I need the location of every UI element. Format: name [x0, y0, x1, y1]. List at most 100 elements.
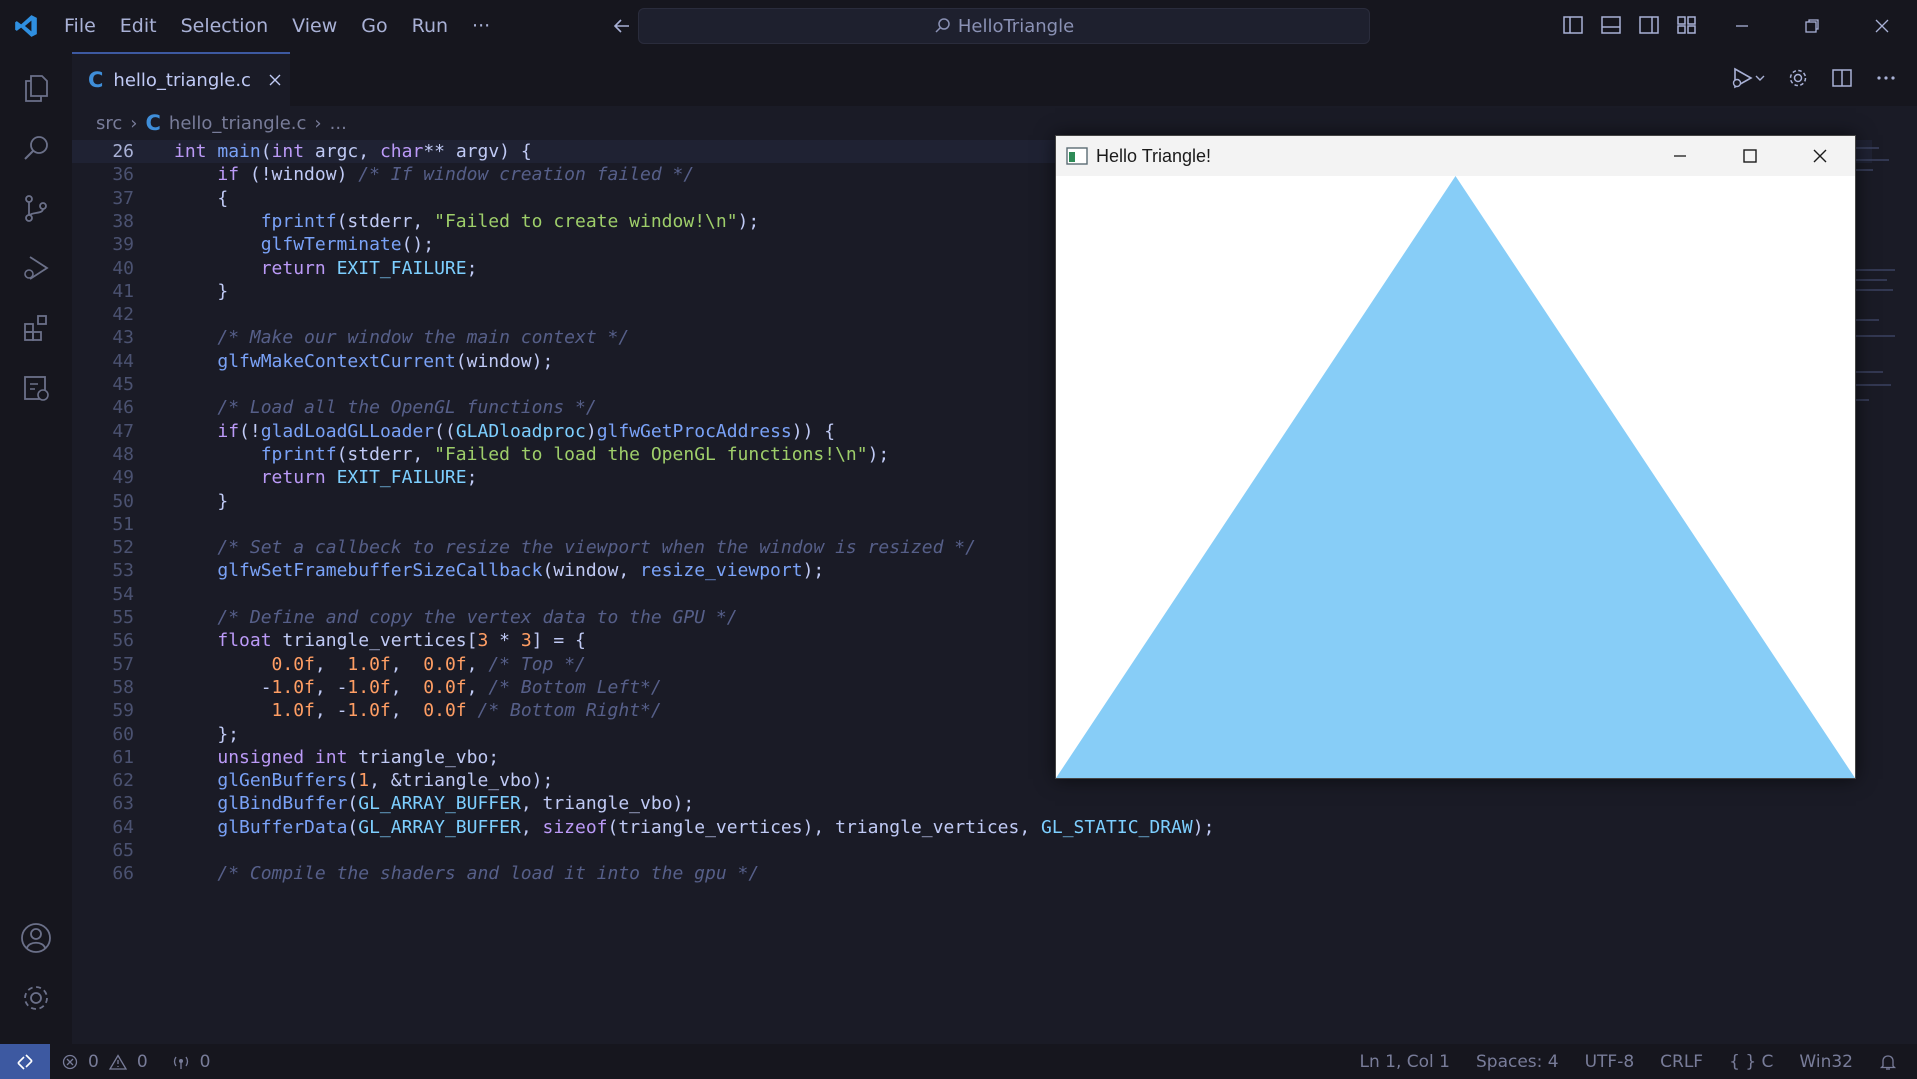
code-text: }	[174, 280, 228, 303]
source-control-button[interactable]	[0, 178, 72, 238]
minimize-button[interactable]	[1707, 0, 1777, 52]
code-token: (	[347, 770, 359, 792]
toggle-panel-icon[interactable]	[1600, 14, 1622, 36]
toggle-primary-sidebar-icon[interactable]	[1562, 14, 1584, 36]
remote-indicator-button[interactable]	[0, 1044, 50, 1079]
line-endings[interactable]: CRLF	[1660, 1052, 1703, 1072]
app-window-icon	[1066, 147, 1088, 165]
minimap[interactable]	[1849, 140, 1899, 440]
code-token: (	[260, 141, 272, 162]
code-text: glfwTerminate();	[174, 233, 434, 256]
close-tab-icon[interactable]	[267, 72, 283, 88]
menu-go[interactable]: Go	[349, 15, 399, 37]
notifications-bell-icon[interactable]	[1879, 1053, 1897, 1071]
code-token: ();	[401, 234, 435, 256]
menu-edit[interactable]: Edit	[108, 15, 169, 37]
code-text: if(!gladLoadGLLoader((GLADloadproc)glfwG…	[174, 420, 835, 443]
source-control-icon	[25, 195, 47, 222]
encoding[interactable]: UTF-8	[1585, 1052, 1635, 1072]
code-text: }	[174, 490, 228, 513]
code-token: GL_STATIC_DRAW	[1041, 816, 1193, 838]
code-line[interactable]: 66 /* Compile the shaders and load it in…	[72, 862, 1872, 885]
back-arrow-icon[interactable]	[612, 16, 632, 36]
code-token: 1.0f	[347, 700, 391, 722]
extensions-button[interactable]	[0, 298, 72, 358]
code-token: "Failed to load the OpenGL functions!\n"	[434, 443, 868, 465]
editor-scrollbar[interactable]	[1903, 140, 1917, 1044]
accounts-button[interactable]	[0, 908, 72, 968]
code-token: /* If window creation failed */	[358, 164, 695, 186]
gl-minimize-button[interactable]	[1645, 136, 1715, 176]
code-line[interactable]: 63 glBindBuffer(GL_ARRAY_BUFFER, triangl…	[72, 792, 1872, 815]
error-icon	[62, 1054, 78, 1069]
code-text: /* Make our window the main context */	[174, 326, 629, 349]
menu-more[interactable]: ···	[460, 15, 502, 37]
code-token: fprintf	[260, 210, 337, 232]
menu-selection[interactable]: Selection	[169, 15, 281, 37]
code-text: return EXIT_FAILURE;	[174, 466, 478, 489]
hello-triangle-window[interactable]: Hello Triangle!	[1055, 135, 1856, 779]
settings-gear-icon[interactable]	[1787, 67, 1809, 89]
customize-layout-icon[interactable]	[1676, 14, 1698, 36]
search-view-button[interactable]	[0, 118, 72, 178]
problems-button[interactable]: 0 0 0	[62, 1052, 210, 1072]
warning-count: 0	[136, 1051, 148, 1072]
extensions-icon	[24, 315, 47, 341]
search-text: HelloTriangle	[957, 15, 1075, 37]
line-number: 66	[112, 863, 134, 885]
line-number: 42	[112, 304, 134, 326]
run-file-icon[interactable]	[1731, 66, 1765, 90]
close-window-button[interactable]	[1847, 0, 1917, 52]
code-token: triangle_vertices[	[282, 630, 478, 652]
menu-file[interactable]: File	[52, 15, 108, 37]
editor-tab-bar: C hello_triangle.c	[72, 52, 1917, 106]
code-text: /* Compile the shaders and load it into …	[174, 862, 759, 885]
files-icon	[25, 75, 48, 102]
code-token: if	[217, 420, 240, 442]
more-actions-icon[interactable]	[1875, 67, 1897, 89]
line-number: 36	[112, 164, 134, 186]
restore-button[interactable]	[1777, 0, 1847, 52]
language-mode[interactable]: { } C	[1729, 1052, 1773, 1072]
breadcrumb-symbol[interactable]: ...	[330, 113, 347, 134]
cmake-button[interactable]	[0, 358, 72, 418]
toggle-secondary-sidebar-icon[interactable]	[1638, 14, 1660, 36]
c-configuration[interactable]: Win32	[1799, 1052, 1853, 1072]
line-number: 62	[112, 770, 134, 792]
line-number: 51	[112, 513, 134, 535]
code-text: /* Load all the OpenGL functions */	[174, 396, 597, 419]
gl-close-button[interactable]	[1785, 136, 1855, 176]
code-line[interactable]: 65	[72, 839, 1872, 862]
tab-hello-triangle[interactable]: C hello_triangle.c	[72, 52, 290, 106]
menu-run[interactable]: Run	[400, 15, 460, 37]
cursor-position[interactable]: Ln 1, Col 1	[1359, 1052, 1450, 1072]
c-file-icon: C	[88, 68, 104, 92]
code-text: glBindBuffer(GL_ARRAY_BUFFER, triangle_v…	[174, 792, 694, 815]
gl-maximize-button[interactable]	[1715, 136, 1785, 176]
code-line[interactable]: 64 glBufferData(GL_ARRAY_BUFFER, sizeof(…	[72, 816, 1872, 839]
command-center-search[interactable]: HelloTriangle	[638, 8, 1370, 44]
run-debug-button[interactable]	[0, 238, 72, 298]
breadcrumb-folder[interactable]: src	[96, 113, 122, 134]
code-token: /* Load all the OpenGL functions */	[217, 397, 597, 419]
line-number: 60	[112, 723, 134, 745]
gl-window-titlebar[interactable]: Hello Triangle!	[1056, 136, 1855, 176]
code-token: (triangle_vertices), triangle_vertices,	[607, 816, 1042, 838]
code-token: sizeof	[542, 816, 608, 838]
split-editor-icon[interactable]	[1831, 67, 1853, 89]
manage-button[interactable]	[0, 968, 72, 1028]
indentation[interactable]: Spaces: 4	[1476, 1052, 1559, 1072]
menu-view[interactable]: View	[280, 15, 349, 37]
code-token: ,	[466, 676, 489, 698]
breadcrumb-file[interactable]: hello_triangle.c	[169, 113, 307, 134]
code-token: )) {	[791, 420, 836, 442]
explorer-button[interactable]	[0, 58, 72, 118]
